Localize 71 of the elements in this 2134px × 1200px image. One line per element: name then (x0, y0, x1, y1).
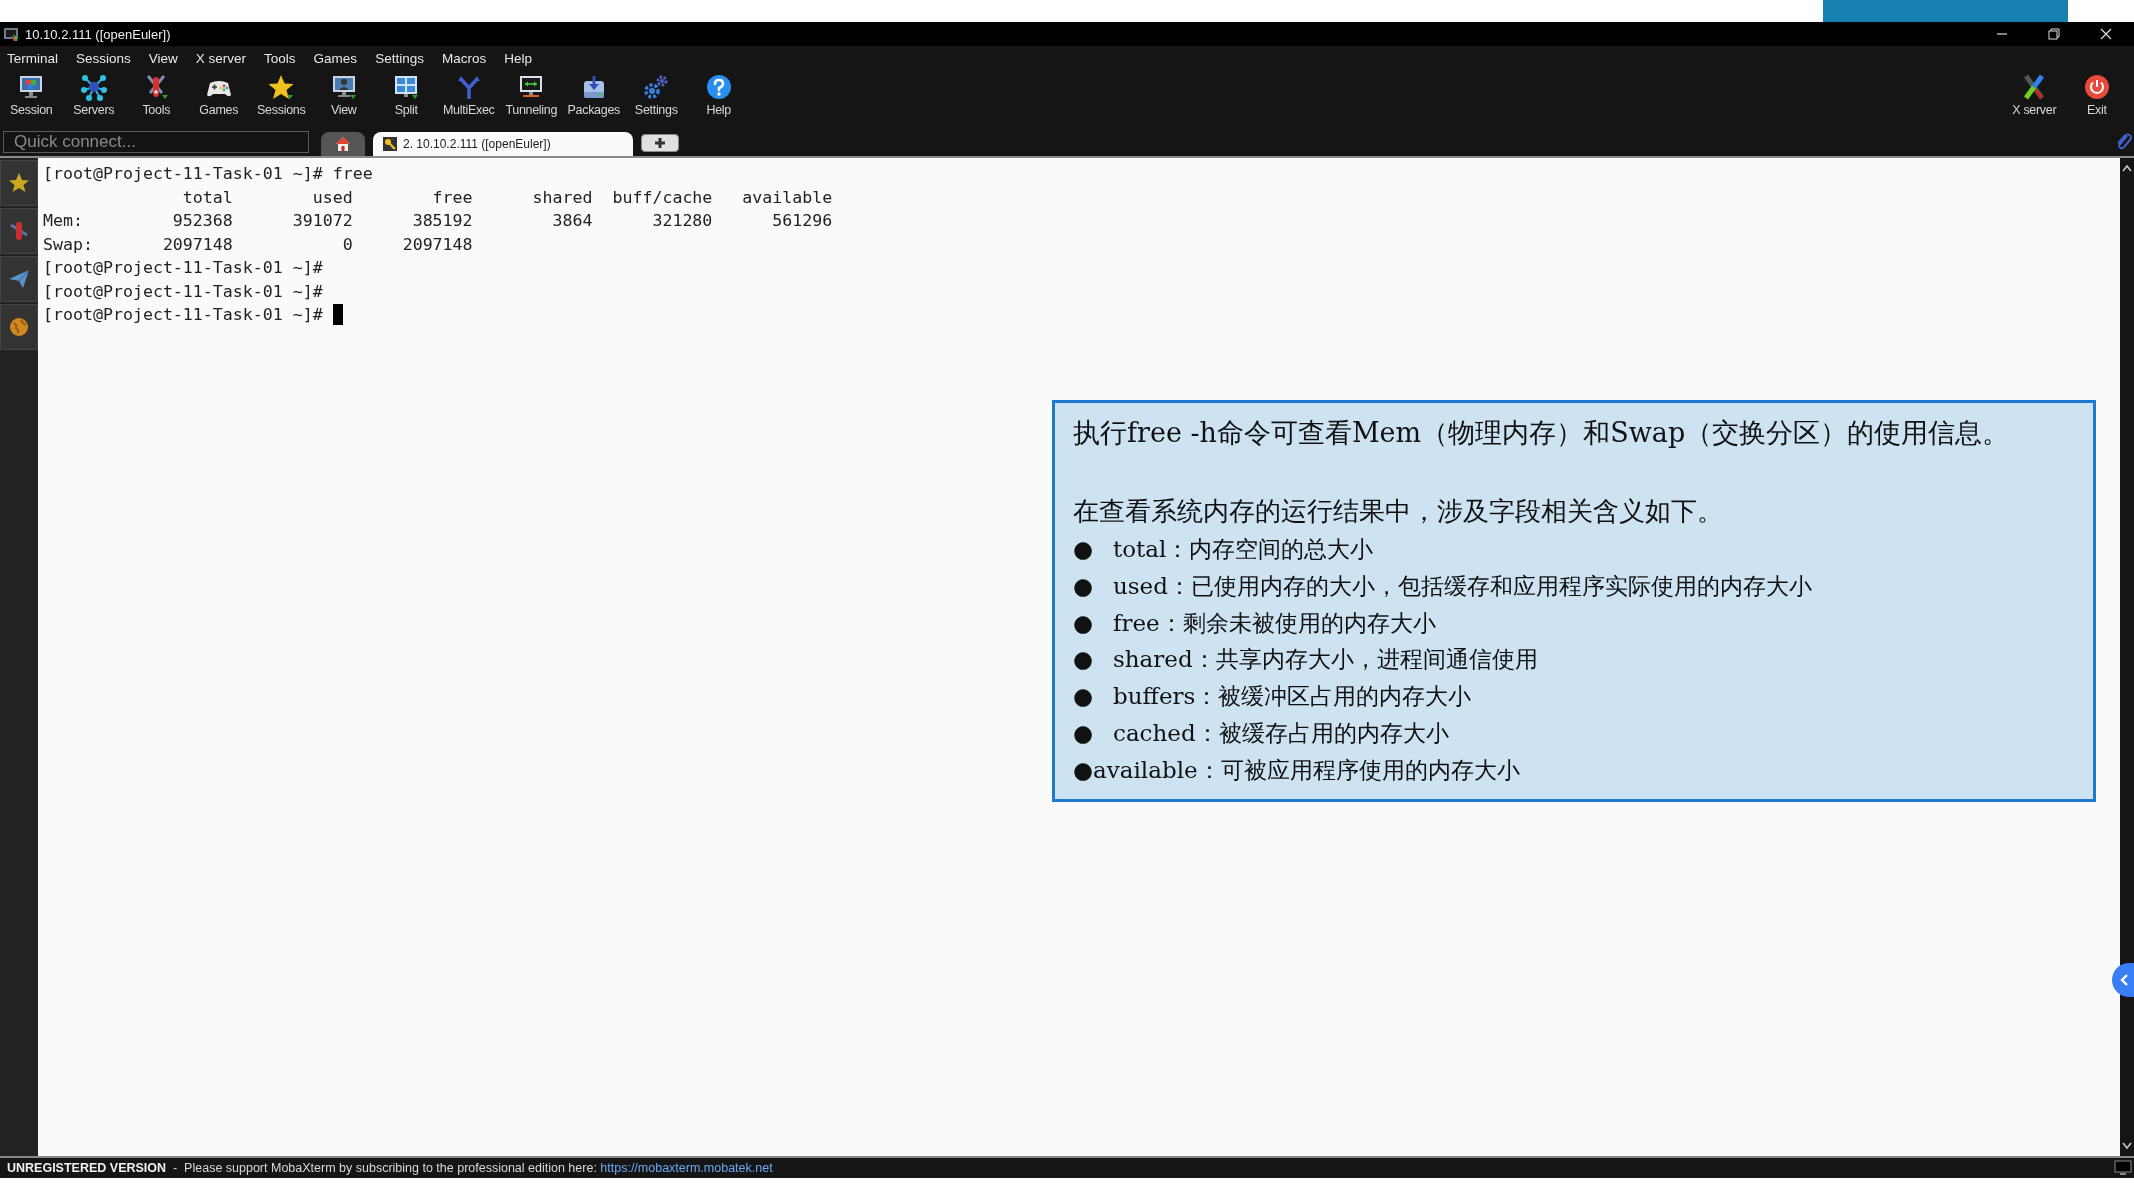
restore-icon (2048, 28, 2060, 40)
toolbar-button[interactable]: Packages (562, 70, 625, 126)
menu-item[interactable]: Games (313, 50, 358, 66)
menu-item[interactable]: Sessions (76, 50, 131, 66)
terminal-line: [root@Project-11-Task-01 ~]# free (43, 163, 374, 185)
monitor-icon (2114, 1160, 2132, 1176)
app-icon (3, 26, 19, 42)
plus-icon (654, 137, 666, 149)
toolbar-button[interactable]: View (312, 70, 375, 126)
status-message: UNREGISTERED VERSION - Please support MobaXterm by subscribing to the professional edition here: https://mobaxterm.mobatek.net (7, 1161, 773, 1175)
bullet-text: cached：被缓存占用的内存大小 (1113, 719, 1449, 748)
help-icon (704, 73, 733, 101)
bullet-text: available：可被应用程序使用的内存大小 (1093, 755, 1520, 785)
toolbar-button[interactable]: Session (0, 70, 63, 126)
terminal-line: total used free shared buff/cache available (181, 186, 834, 209)
bullet: ● (1073, 719, 1095, 748)
menu-item[interactable]: Terminal (7, 50, 58, 66)
terminal-line: [root@Project-11-Task-01 ~]# (43, 280, 324, 303)
toolbar-button[interactable]: Sessions (250, 70, 313, 126)
bullet-text: free：剩余未被使用的内存大小 (1113, 608, 1436, 638)
sidebar-button[interactable] (0, 256, 38, 302)
terminal-line: [root@Project-11-Task-01 ~]# (43, 303, 2120, 327)
bullet-text: shared：共享内存大小，进程间通信使用 (1113, 645, 1538, 675)
bullet: ● (1073, 682, 1095, 712)
new-tab-button[interactable] (641, 134, 679, 152)
sidebar-button[interactable] (0, 160, 38, 206)
terminal-line: [root@Project-11-Task-01 ~]# (43, 257, 324, 279)
bullet: ● (1073, 535, 1095, 564)
terminal-line: Swap: 2097148 0 2097148 (43, 233, 474, 256)
bullet: ● (1073, 645, 1095, 675)
toolbar-button[interactable]: Games (187, 70, 250, 126)
bullet-text: buffers：被缓冲区占用的内存大小 (1113, 682, 1472, 712)
annotation-heading: 在查看系统内存的运行结果中，涉及字段相关含义如下。 (1073, 495, 1724, 528)
annotation-title: 执行free -h命令可查看Mem（物理内存）和Swap（交换分区）的使用信息。 (1073, 416, 2011, 450)
bullet-text: total：内存空间的总大小 (1113, 535, 1374, 564)
toolbar-button[interactable]: MultiExec (437, 70, 500, 126)
home-icon (335, 136, 351, 152)
menu-item[interactable]: X server (195, 50, 247, 66)
menu-item[interactable]: Settings (375, 50, 424, 66)
close-icon (2100, 28, 2112, 40)
toolbar-button[interactable]: Split (375, 70, 438, 126)
scroll-up-icon (2122, 164, 2132, 172)
toolbar-button[interactable]: X server (2003, 70, 2066, 126)
window-grid-icon (392, 73, 421, 101)
power-icon (2082, 73, 2111, 101)
toolbar-button[interactable]: Tunneling (500, 70, 563, 126)
bullet: ● (1073, 571, 1095, 601)
key-icon (383, 137, 397, 151)
menu-item[interactable]: Help (504, 50, 532, 66)
globe-icon (7, 315, 31, 339)
bullet: ● (1073, 608, 1095, 638)
home-tab[interactable] (321, 132, 365, 156)
bullet: ● (1073, 755, 1094, 785)
session-tab[interactable]: 2. 10.10.2.111 ([openEuler]) (373, 132, 633, 156)
toolbar-button[interactable]: Servers (62, 70, 125, 126)
toolbar-button[interactable]: Settings (625, 70, 688, 126)
toolbar-button[interactable]: Exit (2065, 70, 2128, 126)
menu-item[interactable]: View (148, 50, 178, 66)
window-title: 10.10.2.111 ([openEuler]) (25, 26, 171, 42)
menu-item[interactable]: Macros (441, 50, 487, 66)
quick-connect-field[interactable]: Quick connect... (3, 131, 309, 153)
toolbar-button[interactable]: Tools (125, 70, 188, 126)
bullet-text: used：已使用内存的大小，包括缓存和应用程序实际使用的内存大小 (1113, 571, 1812, 601)
star-icon (267, 73, 296, 101)
terminal-line: Mem: 952368 391072 385192 3864 321280 561296 (43, 210, 834, 232)
sidebar-button[interactable] (0, 304, 38, 350)
network-icon (79, 73, 108, 101)
website-link[interactable]: https://mobaxterm.mobatek.net (600, 1161, 773, 1175)
menu-item[interactable]: Tools (264, 50, 296, 66)
scroll-down-icon (2122, 1142, 2132, 1150)
toolbar-button[interactable]: Help (687, 70, 750, 126)
